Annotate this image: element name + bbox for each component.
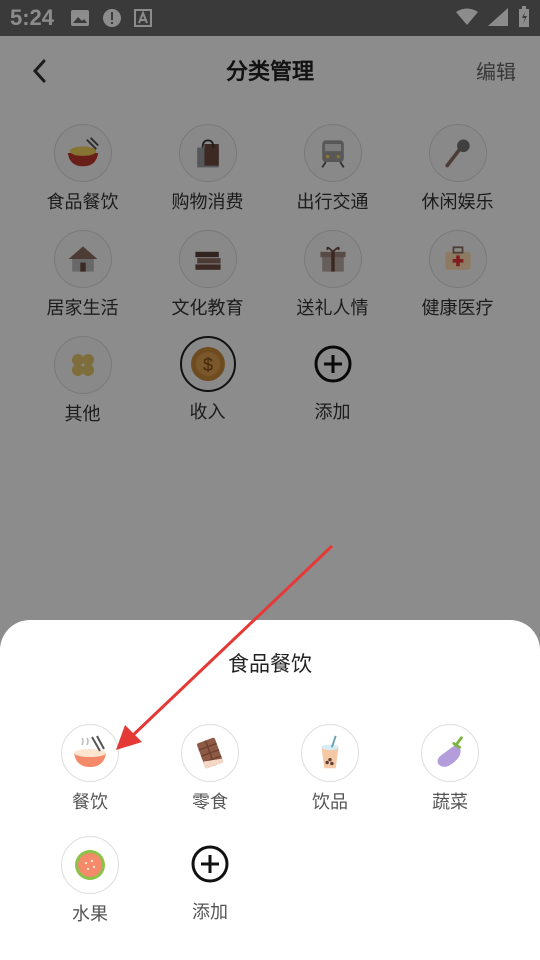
chocolate-icon — [197, 737, 224, 769]
subcategory-item-dining[interactable]: 餐饮 — [30, 724, 150, 814]
bubble-tea-icon — [321, 735, 339, 769]
subcategory-icon-circle — [181, 724, 239, 782]
noodle-bowl-icon — [74, 735, 106, 767]
subcategory-icon-circle — [61, 724, 119, 782]
subcategory-grid: 餐饮 零食 饮品 蔬菜 水果 添加 — [30, 724, 510, 926]
subcategory-item-fruit[interactable]: 水果 — [30, 836, 150, 926]
subcategory-icon-circle — [421, 724, 479, 782]
subcategory-item-vegetables[interactable]: 蔬菜 — [390, 724, 510, 814]
subcategory-icon-circle — [182, 836, 238, 892]
subcategory-sheet: 食品餐饮 餐饮 零食 饮品 蔬菜 水果 添加 — [0, 620, 540, 960]
subcategory-item-add[interactable]: 添加 — [150, 836, 270, 926]
subcategory-label: 饮品 — [312, 792, 348, 813]
guava-icon — [75, 850, 105, 880]
subcategory-label: 餐饮 — [72, 792, 108, 813]
subcategory-label: 零食 — [192, 792, 228, 813]
add-circle-icon — [191, 845, 229, 883]
sheet-title: 食品餐饮 — [228, 652, 312, 676]
subcategory-icon-circle — [301, 724, 359, 782]
subcategory-label: 水果 — [72, 904, 108, 925]
subcategory-label: 蔬菜 — [432, 792, 468, 813]
subcategory-item-drinks[interactable]: 饮品 — [270, 724, 390, 814]
subcategory-item-snacks[interactable]: 零食 — [150, 724, 270, 814]
subcategory-icon-circle — [61, 836, 119, 894]
subcategory-label: 添加 — [192, 902, 228, 923]
eggplant-icon — [437, 736, 463, 767]
